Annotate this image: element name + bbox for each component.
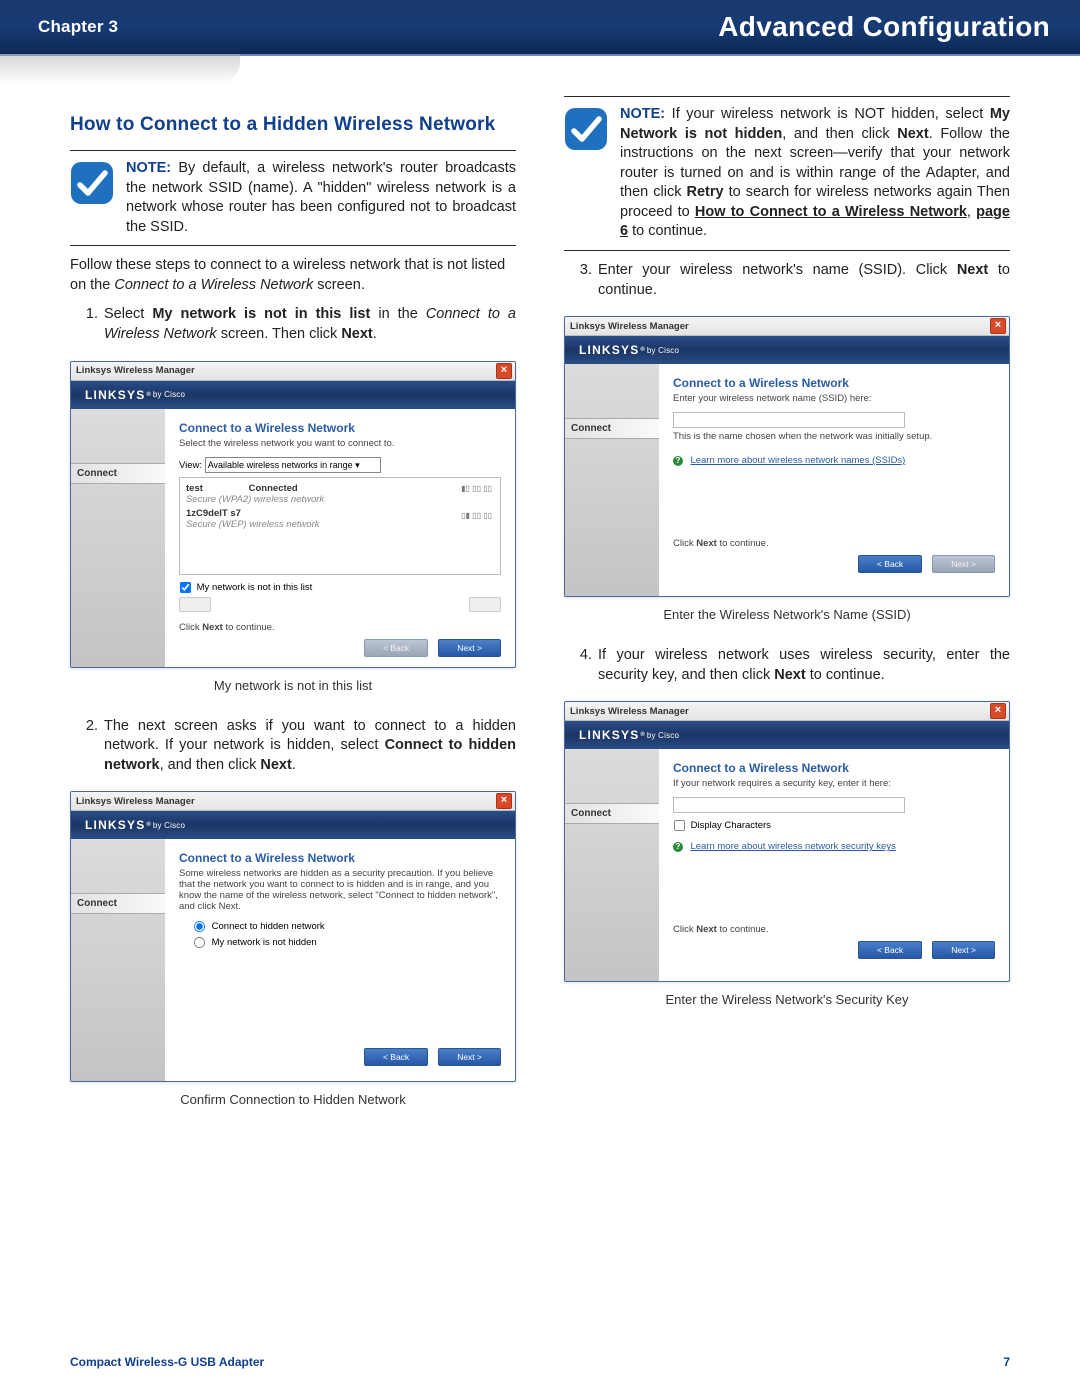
step-4: If your wireless network uses wireless s…: [596, 646, 1010, 685]
help-link-ssid[interactable]: Learn more about wireless network names …: [690, 455, 905, 466]
sidebar-tab-connect[interactable]: Connect: [565, 418, 659, 439]
view-select[interactable]: Available wireless networks in range ▾: [205, 457, 381, 473]
help-link-security[interactable]: Learn more about wireless network securi…: [690, 841, 895, 852]
window-title: Linksys Wireless Manager: [570, 706, 689, 717]
brand-bar: LINKSYS®by Cisco: [565, 721, 1009, 749]
sidebar-tab-connect[interactable]: Connect: [71, 893, 165, 914]
note-label: NOTE:: [620, 106, 665, 122]
next-button[interactable]: Next >: [438, 1048, 501, 1066]
figure-caption: Enter the Wireless Network's Name (SSID): [564, 607, 1010, 622]
panel-subtitle: Some wireless networks are hidden as a s…: [179, 868, 501, 912]
footer-page-number: 7: [1003, 1355, 1010, 1369]
screenshot-window-1: Linksys Wireless Manager × LINKSYS®by Ci…: [70, 361, 516, 668]
panel-title: Connect to a Wireless Network: [673, 761, 995, 775]
close-icon[interactable]: ×: [496, 793, 512, 809]
panel-subtitle: If your network requires a security key,…: [673, 778, 995, 789]
display-characters-checkbox[interactable]: Display Characters: [673, 820, 771, 831]
not-hidden-radio[interactable]: My network is not hidden: [193, 937, 317, 948]
step-3: Enter your wireless network's name (SSID…: [596, 261, 1010, 300]
my-network-not-in-list-checkbox[interactable]: My network is not in this list: [179, 582, 312, 593]
figure-caption: Confirm Connection to Hidden Network: [70, 1092, 516, 1107]
next-button[interactable]: Next >: [932, 555, 995, 573]
panel-title: Connect to a Wireless Network: [179, 851, 501, 865]
next-button[interactable]: Next >: [438, 639, 501, 657]
step-2: The next screen asks if you want to conn…: [102, 717, 516, 776]
network-list[interactable]: test Connected Secure (WPA2) wireless ne…: [179, 477, 501, 575]
close-icon[interactable]: ×: [990, 703, 1006, 719]
sidebar-tab-connect[interactable]: Connect: [565, 803, 659, 824]
step-1: Select My network is not in this list in…: [102, 305, 516, 344]
panel-subtitle: Enter your wireless network name (SSID) …: [673, 393, 995, 404]
intro-text: Follow these steps to connect to a wirel…: [70, 256, 516, 295]
brand-bar: LINKSYS®by Cisco: [71, 381, 515, 409]
security-key-input[interactable]: [673, 797, 905, 813]
ssid-input[interactable]: [673, 412, 905, 428]
window-title: Linksys Wireless Manager: [76, 796, 195, 807]
back-button[interactable]: < Back: [364, 1048, 428, 1066]
page-title: Advanced Configuration: [718, 11, 1050, 43]
brand-bar: LINKSYS®by Cisco: [565, 336, 1009, 364]
back-button[interactable]: < Back: [364, 639, 428, 657]
screenshot-window-4: Linksys Wireless Manager × LINKSYS®by Ci…: [564, 701, 1010, 982]
checkmark-icon: [70, 161, 114, 205]
brand-bar: LINKSYS®by Cisco: [71, 811, 515, 839]
back-button[interactable]: < Back: [858, 555, 922, 573]
footer-product: Compact Wireless-G USB Adapter: [70, 1355, 264, 1369]
link-how-to-connect[interactable]: How to Connect to a Wireless Network: [695, 204, 967, 220]
connect-hidden-radio[interactable]: Connect to hidden network: [193, 921, 325, 932]
disabled-button: [469, 597, 501, 612]
figure-caption: Enter the Wireless Network's Security Ke…: [564, 992, 1010, 1007]
section-title: How to Connect to a Hidden Wireless Netw…: [70, 114, 516, 136]
panel-title: Connect to a Wireless Network: [179, 421, 501, 435]
checkmark-icon: [564, 107, 608, 151]
chapter-label: Chapter 3: [38, 17, 118, 37]
note-text: By default, a wireless network's router …: [126, 160, 516, 235]
note-label: NOTE:: [126, 160, 171, 176]
screenshot-window-3: Linksys Wireless Manager × LINKSYS®by Ci…: [564, 316, 1010, 597]
help-icon: ?: [673, 842, 683, 852]
close-icon[interactable]: ×: [496, 363, 512, 379]
figure-caption: My network is not in this list: [70, 678, 516, 693]
panel-subtitle: Select the wireless network you want to …: [179, 438, 501, 449]
next-button[interactable]: Next >: [932, 941, 995, 959]
screenshot-window-2: Linksys Wireless Manager × LINKSYS®by Ci…: [70, 791, 516, 1082]
window-title: Linksys Wireless Manager: [570, 321, 689, 332]
sidebar-tab-connect[interactable]: Connect: [71, 463, 165, 484]
help-icon: ?: [673, 456, 683, 466]
close-icon[interactable]: ×: [990, 318, 1006, 334]
window-title: Linksys Wireless Manager: [76, 365, 195, 376]
disabled-button: [179, 597, 211, 612]
panel-title: Connect to a Wireless Network: [673, 376, 995, 390]
back-button[interactable]: < Back: [858, 941, 922, 959]
